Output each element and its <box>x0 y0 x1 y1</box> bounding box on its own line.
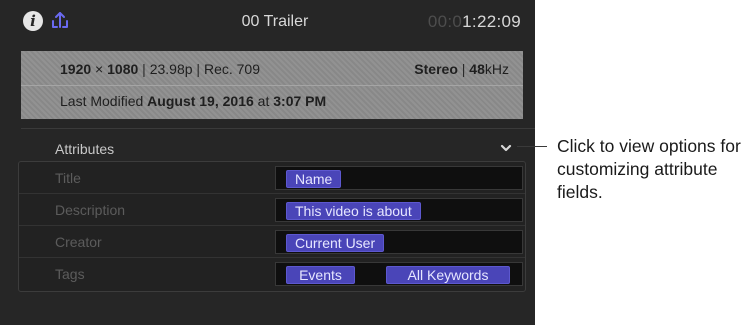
attribute-row-tags: Tags Events All Keywords <box>19 258 525 289</box>
attribute-label: Description <box>55 202 126 218</box>
title-field[interactable]: Name <box>275 166 523 190</box>
attribute-row-description: Description This video is about <box>19 194 525 226</box>
resolution-times: × <box>95 61 104 77</box>
modified-row: Last Modified August 19, 2016 at 3:07 PM <box>60 93 326 109</box>
callout-text: Click to view options for customizing at… <box>557 136 741 202</box>
timecode-leading: 00:0 <box>427 12 463 31</box>
token-name[interactable]: Name <box>286 170 342 188</box>
clip-duration: 00:01:22:09 <box>428 12 521 32</box>
tags-field[interactable]: Events All Keywords <box>275 262 523 286</box>
separator: | <box>457 61 470 77</box>
attribute-label: Tags <box>55 266 85 282</box>
separator: | <box>192 61 204 77</box>
modified-at: at <box>257 93 270 109</box>
token-current-user[interactable]: Current User <box>286 234 385 252</box>
description-field[interactable]: This video is about <box>275 198 523 222</box>
sample-rate: 48 <box>469 61 485 77</box>
timecode-value: 1:22:09 <box>462 12 521 31</box>
sample-rate-unit: kHz <box>484 61 509 77</box>
attribute-label: Title <box>55 170 81 186</box>
info-icon[interactable]: i <box>23 11 43 31</box>
frame-rate: 23.98p <box>149 61 193 77</box>
attribute-label: Creator <box>55 234 102 250</box>
clip-title: 00 Trailer <box>241 13 309 30</box>
attributes-table: Title Name Description This video is abo… <box>18 161 526 292</box>
info-divider <box>21 85 523 86</box>
format-row: 1920 × 1080 | 23.98p | Rec. 709 Stereo |… <box>60 61 509 81</box>
resolution-height: 1080 <box>107 61 139 77</box>
video-format: 1920 × 1080 | 23.98p | Rec. 709 <box>60 61 260 77</box>
attribute-row-title: Title Name <box>19 162 525 194</box>
modified-time: 3:07 PM <box>273 93 327 109</box>
audio-format: Stereo | 48kHz <box>414 61 509 77</box>
attributes-header: Attributes <box>55 141 115 157</box>
token-all-keywords[interactable]: All Keywords <box>386 266 510 284</box>
inspector-header: i 00 Trailer 00:01:22:09 <box>0 0 535 44</box>
share-roles-icon[interactable] <box>49 10 71 32</box>
chevron-down-icon[interactable] <box>500 143 512 153</box>
audio-channels: Stereo <box>414 61 458 77</box>
inspector-panel: i 00 Trailer 00:01:22:09 1920 × 1080 | 2… <box>0 0 535 325</box>
callout-leader-line <box>517 146 547 147</box>
section-divider <box>21 128 535 129</box>
modified-date: August 19, 2016 <box>147 93 254 109</box>
resolution-width: 1920 <box>60 61 92 77</box>
color-space: Rec. 709 <box>203 61 260 77</box>
modified-prefix: Last Modified <box>60 93 144 109</box>
clip-info-box: 1920 × 1080 | 23.98p | Rec. 709 Stereo |… <box>21 51 523 119</box>
token-description[interactable]: This video is about <box>286 202 421 220</box>
token-events[interactable]: Events <box>286 266 355 284</box>
separator: | <box>138 61 150 77</box>
creator-field[interactable]: Current User <box>275 230 523 254</box>
attribute-row-creator: Creator Current User <box>19 226 525 258</box>
